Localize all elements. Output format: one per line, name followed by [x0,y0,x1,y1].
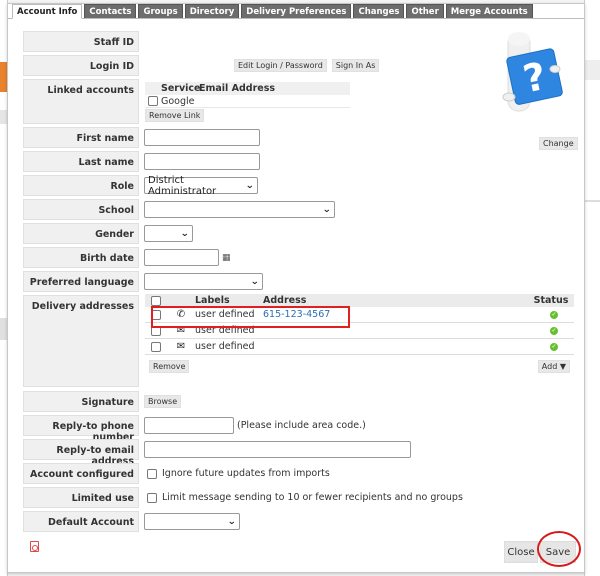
reply-email-label: Reply-to email address [23,439,139,467]
tab-merge-accounts[interactable]: Merge Accounts [445,4,533,18]
chevron-down-icon: ⌄ [180,228,190,239]
gender-label: Gender [23,223,139,244]
limited-use-row: Limited use Limit message sending to 10 … [23,487,463,508]
default-account-label: Default Account [23,511,139,532]
limit-sending-text: Limit message sending to 10 or fewer rec… [162,492,463,503]
last-name-label: Last name [23,151,139,172]
preferred-language-label: Preferred language [23,271,139,292]
remove-link-button[interactable]: Remove Link [145,109,205,122]
default-account-select[interactable]: ⌄ [144,513,240,530]
limited-use-label: Limited use [23,487,139,508]
linked-account-service: Google [161,95,195,107]
column-status: Status [533,295,569,306]
role-label: Role [23,175,139,196]
tab-other[interactable]: Other [406,4,444,18]
login-id-label: Login ID [23,55,139,76]
reply-phone-input[interactable] [144,417,234,434]
staff-id-label: Staff ID [23,31,139,52]
chevron-down-icon: ⌄ [322,204,332,215]
first-name-label: First name [23,127,139,148]
envelope-icon: ✉ [176,341,186,352]
change-avatar-button[interactable]: Change [539,137,578,150]
account-configured-row: Account configured Ignore future updates… [23,463,330,484]
account-dialog: Account Info Contacts Groups Directory D… [7,3,585,573]
pdf-icon[interactable] [30,541,39,552]
tab-directory[interactable]: Directory [184,4,240,18]
linked-account-row: Google [145,95,350,108]
role-select[interactable]: District Administrator ⌄ [144,174,258,197]
select-all-checkbox[interactable] [151,295,161,306]
status-ok-icon: ✓ [550,342,558,351]
staff-id-row: Staff ID [23,31,139,52]
tab-groups[interactable]: Groups [138,4,183,18]
signature-row: Signature Browse [23,391,182,412]
reply-phone-label: Reply-to phone number [23,415,139,443]
ignore-imports-text: Ignore future updates from imports [162,468,330,479]
school-select[interactable]: ⌄ [144,201,335,218]
first-name-input[interactable] [144,129,260,146]
delivery-addresses-label: Delivery addresses [23,295,139,387]
linked-accounts-label: Linked accounts [23,79,139,124]
birth-date-row: Birth date ▦ [23,247,231,268]
chevron-down-icon: ⌄ [245,180,255,191]
edit-login-password-button[interactable]: Edit Login / Password [234,59,327,72]
calendar-icon[interactable]: ▦ [222,253,231,263]
row-checkbox[interactable] [151,341,161,352]
reply-email-row: Reply-to email address [23,439,411,467]
caret-down-icon: ▼ [559,362,566,371]
reply-phone-row: Reply-to phone number (Please include ar… [23,415,366,443]
highlight-annotation [151,306,350,328]
birth-date-label: Birth date [23,247,139,268]
column-service: Service [161,83,201,94]
avatar[interactable]: ? [491,31,571,113]
tab-contacts[interactable]: Contacts [84,4,137,18]
linked-account-checkbox[interactable] [148,96,158,106]
save-highlight-annotation [537,531,581,567]
preferred-language-row: Preferred language ⌄ [23,271,263,292]
last-name-input[interactable] [144,153,260,170]
add-address-button[interactable]: Add ▼ [537,360,570,373]
chevron-down-icon: ⌄ [250,276,260,287]
tab-account-info[interactable]: Account Info [12,4,83,19]
column-address: Address [263,295,307,306]
background-page-right [584,0,600,576]
sign-in-as-button[interactable]: Sign In As [331,59,380,72]
gender-select[interactable]: ⌄ [144,225,193,242]
gender-row: Gender ⌄ [23,223,193,244]
last-name-row: Last name [23,151,260,172]
birth-date-input[interactable] [144,249,219,266]
column-email-address: Email Address [199,83,276,94]
reply-phone-hint: (Please include area code.) [237,420,366,431]
browse-button[interactable]: Browse [144,395,182,408]
role-row: Role District Administrator ⌄ [23,174,258,197]
tab-delivery-preferences[interactable]: Delivery Preferences [241,4,352,18]
default-account-row: Default Account ⌄ [23,511,240,532]
signature-label: Signature [23,391,139,412]
school-label: School [23,199,139,220]
column-labels: Labels [195,295,230,306]
ignore-imports-checkbox[interactable] [147,468,157,479]
school-row: School ⌄ [23,199,335,220]
remove-address-button[interactable]: Remove [149,360,190,373]
delivery-address-row[interactable]: ✉ user defined ✓ [145,339,574,355]
delivery-addresses-row: Delivery addresses [23,295,139,387]
status-ok-icon: ✓ [550,326,558,335]
first-name-row: First name [23,127,260,148]
linked-accounts-row: Linked accounts [23,79,139,124]
login-id-row: Login ID Edit Login / Password Sign In A… [23,55,380,76]
linked-accounts-table: Service Email Address Google Remove Link [145,82,350,122]
address-label: user defined [195,341,255,352]
close-button[interactable]: Close [504,541,538,563]
chevron-down-icon: ⌄ [227,516,237,527]
status-ok-icon: ✓ [550,310,558,319]
limit-sending-checkbox[interactable] [147,492,157,503]
add-label: Add [541,362,558,371]
tab-bar: Account Info Contacts Groups Directory D… [12,4,533,19]
preferred-language-select[interactable]: ⌄ [144,273,263,290]
role-value: District Administrator [148,174,217,197]
tab-changes[interactable]: Changes [353,4,405,18]
account-configured-label: Account configured [23,463,139,484]
reply-email-input[interactable] [144,441,411,458]
